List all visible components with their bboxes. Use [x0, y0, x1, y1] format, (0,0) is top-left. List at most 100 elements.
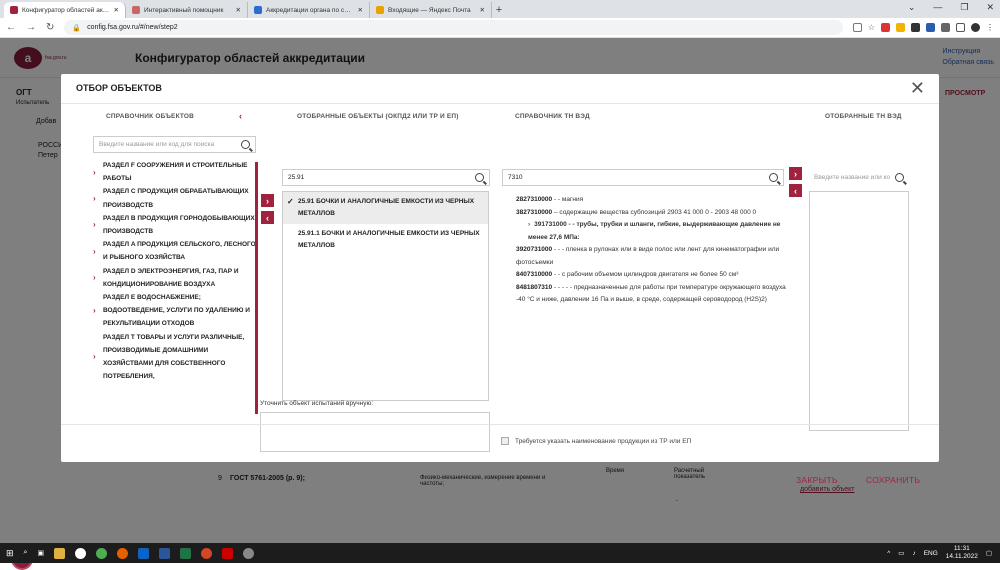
chevron-right-icon[interactable]: › [93, 192, 103, 205]
selected-objects-search-input[interactable]: 25.91 [282, 169, 490, 186]
tnved-item[interactable]: 3827310000 – содержащие вещества субпози… [516, 207, 786, 220]
tnved-catalog-header: СПРАВОЧНИК ТН ВЭД [515, 113, 590, 120]
remove-object-button[interactable]: ‹ [261, 211, 274, 224]
extension-dark-icon[interactable] [911, 23, 920, 32]
chevron-right-icon[interactable]: › [93, 166, 103, 179]
star-icon[interactable]: ☆ [868, 23, 875, 32]
file-explorer-icon[interactable] [54, 547, 66, 559]
network-icon[interactable]: ▭ [898, 549, 904, 557]
save-button[interactable]: СОХРАНИТЬ [866, 475, 920, 485]
selected-tnved-header: ОТОБРАННЫЕ ТН ВЭД [825, 113, 902, 120]
tnved-search-input[interactable]: 7310 [502, 169, 784, 186]
close-button[interactable]: ЗАКРЫТЬ [796, 475, 838, 485]
windows-start-icon[interactable]: ⊞ [6, 548, 14, 559]
outlook-icon[interactable] [138, 547, 150, 559]
tray-chevron-icon[interactable]: ^ [887, 550, 890, 557]
manual-object-textarea[interactable] [260, 412, 490, 452]
tree-item[interactable]: › РАЗДЕЛ C ПРОДУКЦИЯ ОБРАБАТЫВАЮЩИХ ПРОИЗ… [93, 185, 258, 211]
windows-taskbar: ⊞ ⌕ ▣ ^ ▭ ♪ ENG 11:31 14.11.2022 ▢ [0, 543, 1000, 563]
share-icon[interactable] [852, 23, 862, 32]
reload-icon[interactable]: ↻ [46, 22, 54, 33]
tree-item[interactable]: › РАЗДЕЛ F СООРУЖЕНИЯ И СТРОИТЕЛЬНЫЕ РАБО… [93, 159, 258, 185]
sidepanel-icon[interactable] [956, 23, 965, 32]
menu-dots-icon[interactable]: ⋮ [986, 23, 994, 32]
remove-tnved-button[interactable]: ‹ [789, 184, 802, 197]
manual-object-label: Уточнить объект испытаний вручную: [260, 400, 374, 407]
add-tnved-button[interactable]: › [789, 167, 802, 180]
browser-tab-assistant[interactable]: Интерактивный помощник ✕ [126, 2, 248, 18]
powerpoint-icon[interactable] [201, 547, 213, 559]
tnved-item-expandable[interactable]: › 391731000 - - трубы, трубки и шланги, г… [516, 219, 786, 244]
tnved-item[interactable]: 3920731000 - - - пленка в рулонах или в … [516, 244, 786, 269]
tnved-item[interactable]: 8481807310 - - - - - предназначенные для… [516, 282, 786, 307]
lock-icon: 🔒 [72, 24, 82, 32]
excel-icon[interactable] [180, 547, 192, 559]
system-tray: ^ ▭ ♪ ENG 11:31 14.11.2022 ▢ [887, 545, 992, 561]
assistant-favicon-icon [132, 6, 140, 14]
forward-icon[interactable]: → [26, 22, 36, 33]
word-icon[interactable] [159, 547, 171, 559]
title-divider [61, 103, 939, 104]
objects-search-input[interactable]: Введите название или код для поиска [93, 136, 256, 153]
close-tab-icon[interactable]: ✕ [114, 6, 119, 14]
profile-avatar-icon[interactable] [971, 23, 980, 32]
yandex-browser-icon[interactable] [75, 547, 87, 559]
search-icon[interactable] [475, 173, 484, 182]
task-view-icon[interactable]: ▣ [37, 549, 44, 557]
page: а fsa.gov.ru Конфигуратор областей аккре… [0, 38, 1000, 570]
close-window-icon[interactable]: ✕ [986, 2, 994, 13]
browser-tab-mail[interactable]: Входящие — Яндекс Почта ✕ [370, 2, 492, 18]
browser-tab-accreditation[interactable]: Аккредитации органа по серти ✕ [248, 2, 370, 18]
tree-item[interactable]: › РАЗДЕЛ T ТОВАРЫ И УСЛУГИ РАЗЛИЧНЫЕ, ПРО… [93, 331, 258, 384]
add-object-button[interactable]: › [261, 194, 274, 207]
tnved-item[interactable]: 2827310000 - - магния [516, 194, 786, 207]
search-icon[interactable] [241, 140, 250, 149]
selected-object-item[interactable]: 25.91.1 БОЧКИ И АНАЛОГИЧНЫЕ ЕМКОСТИ ИЗ Ч… [283, 224, 488, 256]
chevron-right-icon[interactable]: › [93, 218, 103, 231]
url-field[interactable]: 🔒 config.fsa.gov.ru/#/new/step2 [64, 20, 843, 35]
tree-item[interactable]: › РАЗДЕЛ E ВОДОСНАБЖЕНИЕ; ВОДООТВЕДЕНИЕ, … [93, 291, 258, 331]
maximize-icon[interactable]: ❐ [960, 2, 968, 13]
tab-search-icon[interactable]: ⌄ [908, 2, 916, 13]
clock-time: 11:31 [953, 545, 970, 552]
back-icon[interactable]: ← [6, 22, 16, 33]
puzzle-icon[interactable] [941, 23, 950, 32]
extension-yellow-icon[interactable] [896, 23, 905, 32]
search-icon[interactable] [769, 173, 778, 182]
pdf-app-icon[interactable] [222, 547, 234, 559]
misc-app-icon[interactable] [243, 547, 255, 559]
tree-item[interactable]: › РАЗДЕЛ B ПРОДУКЦИЯ ГОРНОДОБЫВАЮЩИХ ПРОИ… [93, 212, 258, 238]
search-icon[interactable] [895, 173, 904, 182]
extension-red-icon[interactable] [881, 23, 890, 32]
chrome-icon[interactable] [96, 547, 108, 559]
close-tab-icon[interactable]: ✕ [480, 6, 485, 14]
close-tab-icon[interactable]: ✕ [236, 6, 241, 14]
chevron-right-icon[interactable]: › [93, 350, 103, 363]
tree-scrollbar[interactable] [255, 162, 258, 414]
collapse-chevron-icon[interactable]: ‹ [239, 111, 242, 121]
tnved-item[interactable]: 8407310000 - - с рабочим объемом цилиндр… [516, 269, 786, 282]
tree-item[interactable]: › РАЗДЕЛ D ЭЛЕКТРОЭНЕРГИЯ, ГАЗ, ПАР И КОН… [93, 265, 258, 291]
select-objects-dialog: ОТБОР ОБЪЕКТОВ ✕ СПРАВОЧНИК ОБЪЕКТОВ ‹ В… [61, 74, 939, 485]
close-tab-icon[interactable]: ✕ [358, 6, 363, 14]
close-icon[interactable]: ✕ [910, 78, 925, 99]
require-product-name-option[interactable]: Требуется указать наименование продукции… [501, 437, 691, 445]
require-product-checkbox[interactable] [501, 437, 509, 445]
chevron-right-icon[interactable]: › [93, 245, 103, 258]
chevron-right-icon[interactable]: › [93, 304, 103, 317]
clock[interactable]: 11:31 14.11.2022 [946, 545, 978, 561]
language-indicator[interactable]: ENG [924, 550, 938, 557]
search-icon[interactable]: ⌕ [24, 549, 28, 557]
selected-object-item[interactable]: ✓ 25.91 БОЧКИ И АНАЛОГИЧНЫЕ ЕМКОСТИ ИЗ ЧЕ… [283, 192, 488, 224]
volume-icon[interactable]: ♪ [912, 550, 915, 557]
extension-blue-icon[interactable] [926, 23, 935, 32]
browser-tab-configurator[interactable]: Конфигуратор областей аккреди✕ [4, 2, 126, 18]
firefox-icon[interactable] [117, 547, 129, 559]
chevron-right-icon[interactable]: › [528, 221, 530, 228]
new-tab-button[interactable]: + [492, 2, 506, 18]
minimize-icon[interactable]: — [933, 2, 942, 13]
notification-icon[interactable]: ▢ [986, 549, 992, 557]
chevron-right-icon[interactable]: › [93, 271, 103, 284]
selected-tnved-search-input[interactable]: Введите название или ко [809, 169, 909, 186]
tree-item[interactable]: › РАЗДЕЛ A ПРОДУКЦИЯ СЕЛЬСКОГО, ЛЕСНОГО И… [93, 238, 258, 264]
